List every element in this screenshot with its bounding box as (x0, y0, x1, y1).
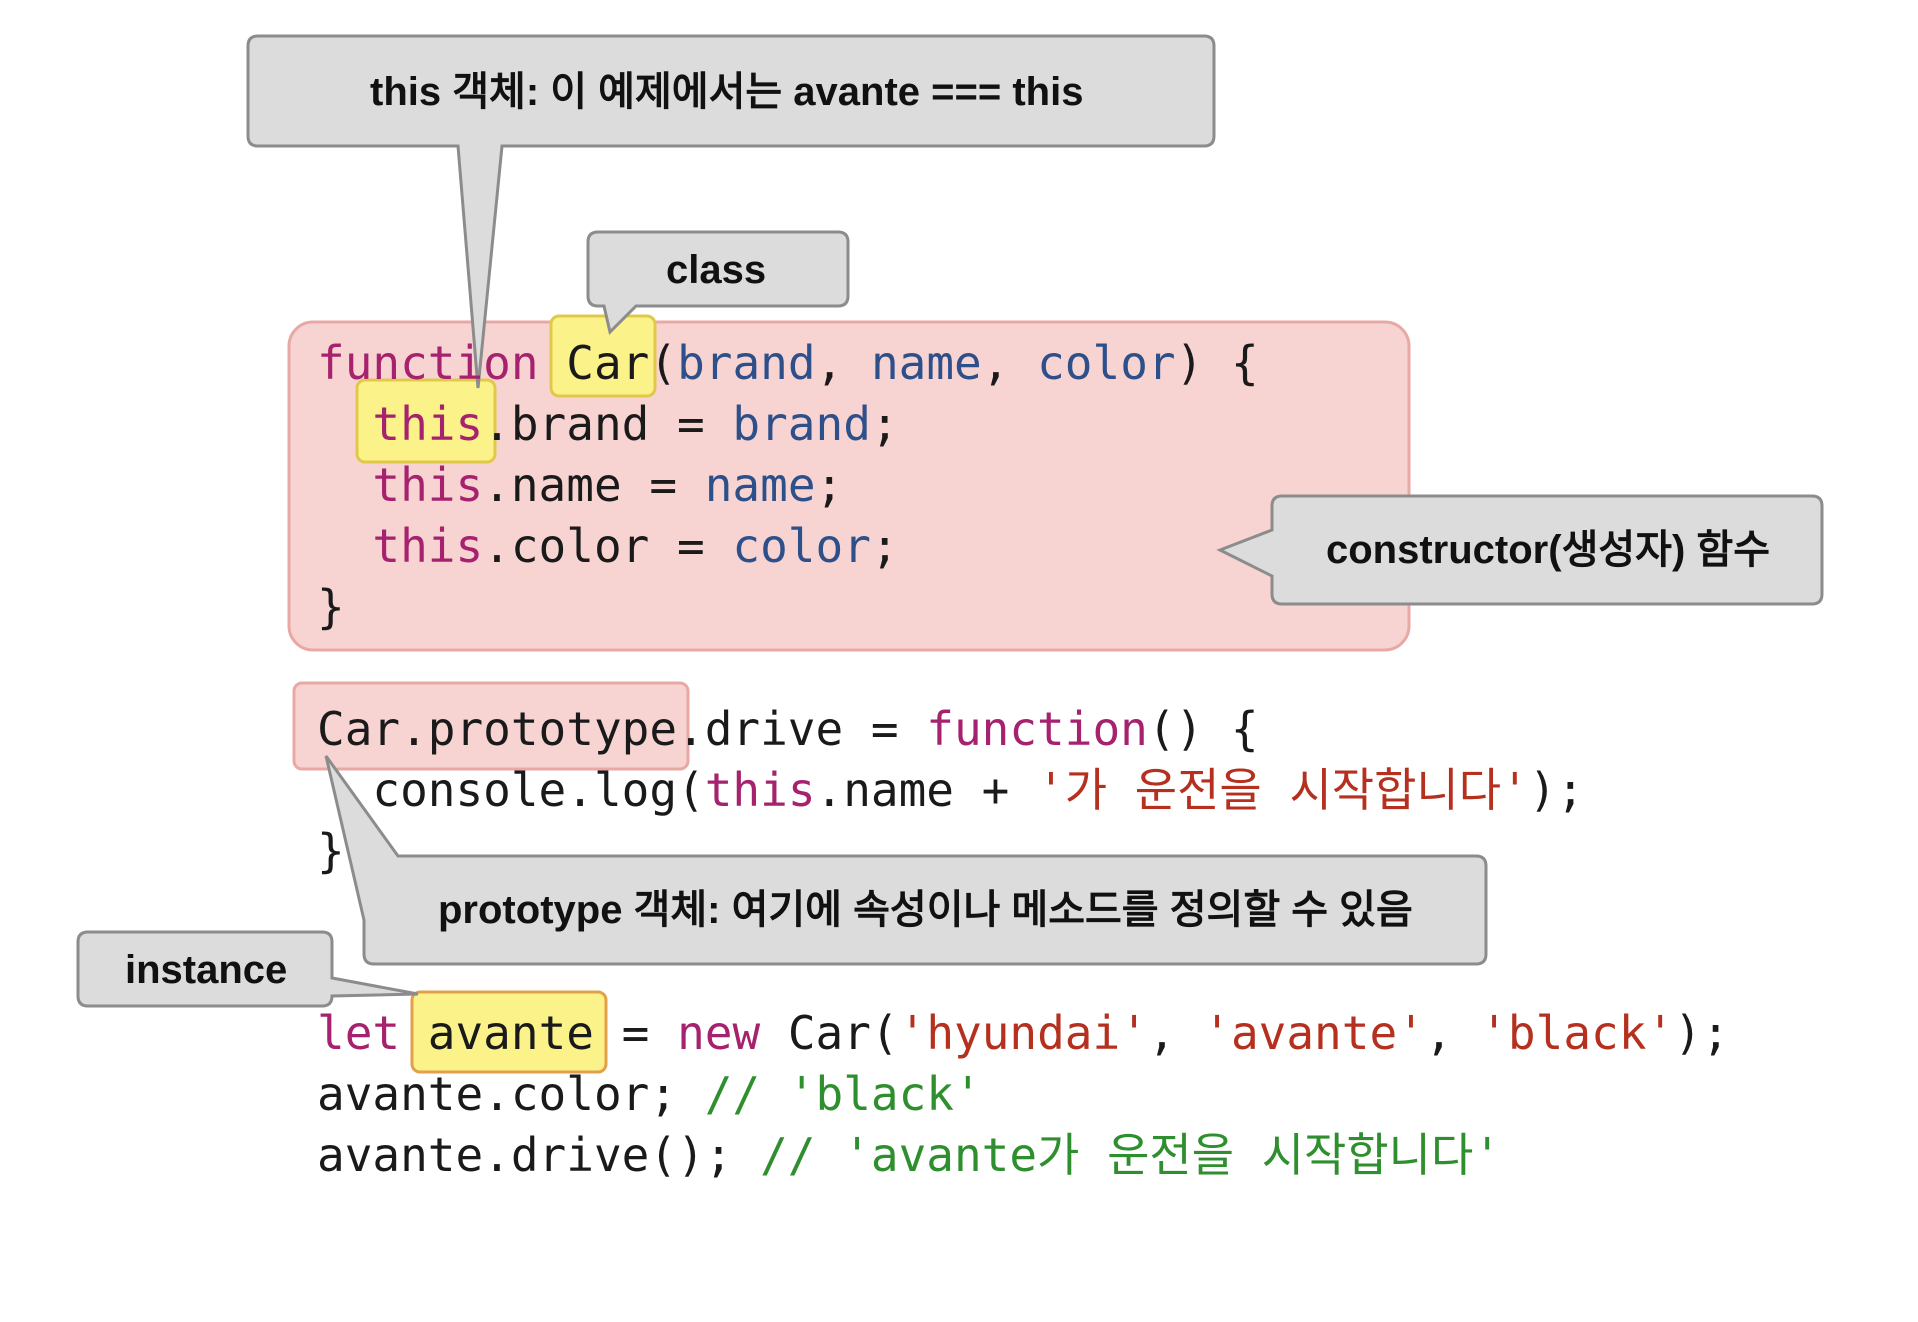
code-text: .drive = (677, 702, 927, 756)
comment: // 'black' (704, 1067, 982, 1121)
code-text: avante.color; (317, 1067, 705, 1121)
class-label: class (666, 248, 767, 292)
prototype-ref: Car.prototype (317, 702, 678, 756)
code-line-5: } (317, 580, 345, 634)
code-text: = (593, 1006, 678, 1060)
keyword: function (317, 336, 539, 390)
param-ref: color (732, 519, 871, 573)
constructor-label: constructor(생성자) 함수 (1326, 528, 1770, 572)
code-text: .name = (483, 458, 705, 512)
this-keyword: this (704, 763, 816, 817)
punct: , (981, 336, 1038, 390)
param-color: color (1037, 336, 1176, 390)
code-line-8: } (317, 824, 345, 878)
instance-var: avante (427, 1006, 594, 1060)
code-text: console.log( (372, 763, 705, 817)
string-literal: 'black' (1480, 1006, 1675, 1060)
punct: ); (1528, 763, 1585, 817)
punct: ( (649, 336, 678, 390)
code-line-11: avante.drive(); // 'avante가 운전을 시작합니다' (317, 1132, 1501, 1178)
this-keyword: this (372, 397, 484, 451)
diagram-shapes (76, 34, 1824, 1074)
code-line-7: console.log(this.name + '가 운전을 시작합니다'); (317, 767, 1584, 813)
string-literal: '가 운전을 시작합니다' (1037, 763, 1529, 817)
code-text: avante.drive(); (317, 1128, 761, 1182)
keyword: let (317, 1006, 401, 1060)
class-name: Car (566, 336, 650, 390)
punct: ; (870, 519, 899, 573)
code-text: .brand = (483, 397, 733, 451)
string-literal: 'hyundai' (898, 1006, 1148, 1060)
punct: ; (815, 458, 844, 512)
param-name: name (870, 336, 982, 390)
punct: , (1424, 1006, 1481, 1060)
code-line-3: this.name = name; (317, 462, 843, 508)
code-line-2: this.brand = brand; (317, 401, 898, 447)
punct: , (1147, 1006, 1204, 1060)
code-line-1: function Car(brand, name, color) { (317, 340, 1259, 386)
code-line-9: let avante = new Car('hyundai', 'avante'… (317, 1010, 1730, 1056)
param-ref: name (704, 458, 816, 512)
punct: , (815, 336, 871, 390)
punct: ); (1674, 1006, 1730, 1060)
punct: ; (870, 397, 899, 451)
punct: ) { (1175, 336, 1259, 390)
code-line-10: avante.color; // 'black' (317, 1071, 982, 1117)
instance-label: instance (125, 948, 288, 992)
punct: () { (1147, 702, 1259, 756)
prototype-object-label: prototype 객체: 여기에 속성이나 메소드를 정의할 수 있음 (438, 888, 1413, 932)
code-line-4: this.color = color; (317, 523, 898, 569)
keyword: new (677, 1006, 761, 1060)
code-text: .name + (815, 763, 1038, 817)
code-text: .color = (483, 519, 733, 573)
string-literal: 'avante' (1203, 1006, 1425, 1060)
code-line-6: Car.prototype.drive = function() { (317, 706, 1259, 752)
param-brand: brand (677, 336, 816, 390)
this-keyword: this (372, 519, 484, 573)
code-text: Car( (760, 1006, 899, 1060)
keyword: function (926, 702, 1148, 756)
comment: // 'avante가 운전을 시작합니다' (760, 1128, 1502, 1182)
param-ref: brand (732, 397, 871, 451)
this-object-label: this 객체: 이 예제에서는 avante === this (370, 70, 1084, 114)
this-keyword: this (372, 458, 484, 512)
